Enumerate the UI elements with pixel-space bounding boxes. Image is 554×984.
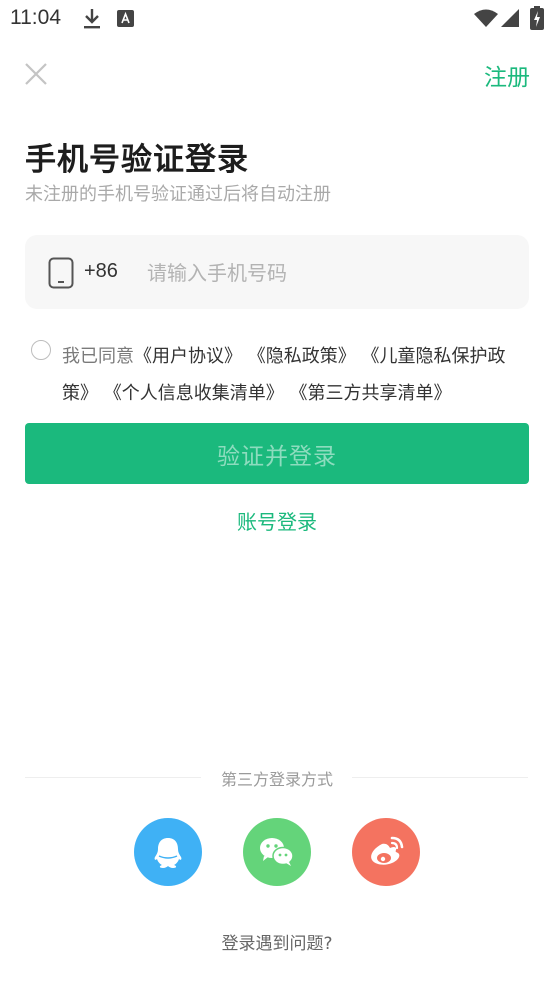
wechat-icon — [260, 838, 294, 866]
wechat-login-button[interactable] — [243, 818, 311, 886]
battery-charging-icon — [530, 6, 544, 30]
status-bar: 11:04 — [0, 0, 554, 40]
phone-input[interactable] — [145, 253, 509, 293]
status-time: 11:04 — [10, 6, 61, 29]
close-icon[interactable] — [22, 60, 50, 88]
phone-input-box[interactable]: +86 — [25, 235, 529, 309]
login-problem-link[interactable]: 登录遇到问题? — [0, 929, 554, 954]
third-party-label: 第三方登录方式 — [220, 770, 333, 789]
wifi-icon — [474, 9, 498, 27]
signal-icon — [501, 9, 519, 27]
agreement-prefix: 我已同意 — [62, 346, 134, 367]
phone-icon — [48, 257, 74, 289]
qq-icon — [154, 838, 182, 868]
weibo-login-button[interactable] — [352, 818, 420, 886]
personal-info-list-link[interactable]: 《个人信息收集清单》 — [104, 383, 284, 404]
font-app-icon — [117, 10, 134, 27]
account-login-link[interactable]: 账号登录 — [0, 506, 554, 535]
privacy-policy-link[interactable]: 《隐私政策》 — [248, 346, 356, 367]
verify-login-button[interactable]: 验证并登录 — [25, 423, 529, 484]
qq-login-button[interactable] — [134, 818, 202, 886]
country-code[interactable]: +86 — [84, 260, 118, 283]
page-title: 手机号验证登录 — [25, 142, 249, 178]
page-subtitle: 未注册的手机号验证通过后将自动注册 — [25, 184, 331, 205]
weibo-icon — [371, 836, 404, 865]
agreement-text: 我已同意《用户协议》 《隐私政策》 《儿童隐私保护政策》 《个人信息收集清单》 … — [62, 338, 532, 412]
user-agreement-link[interactable]: 《用户协议》 — [134, 346, 242, 367]
download-icon — [84, 9, 100, 29]
agreement-checkbox[interactable] — [31, 340, 51, 360]
register-link[interactable]: 注册 — [484, 58, 530, 92]
third-party-share-list-link[interactable]: 《第三方共享清单》 — [289, 383, 451, 404]
